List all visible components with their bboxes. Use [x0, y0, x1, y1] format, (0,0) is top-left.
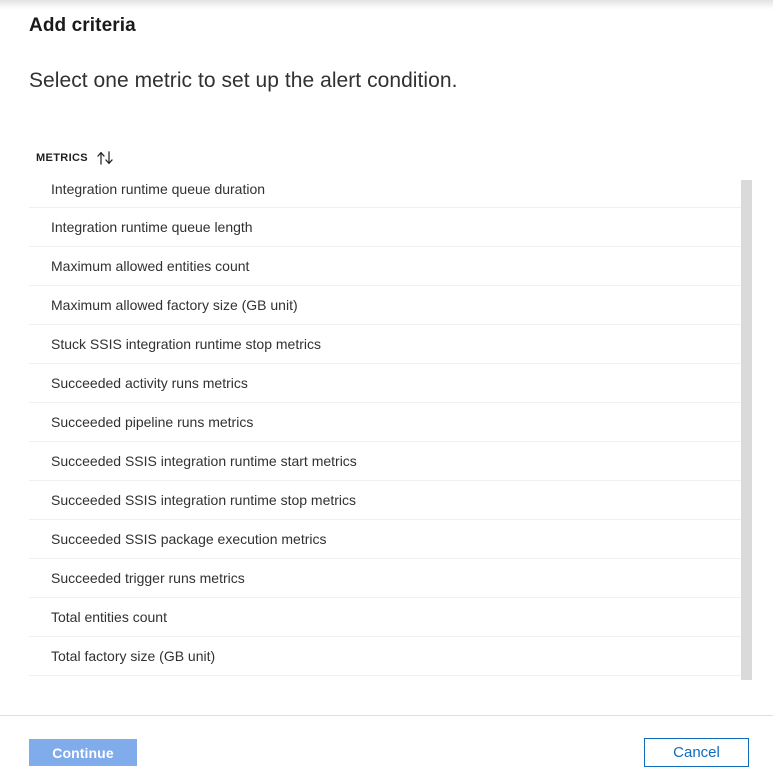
metric-row[interactable]: Succeeded SSIS integration runtime start…: [29, 442, 741, 481]
metric-row-label: Succeeded SSIS integration runtime stop …: [51, 492, 357, 508]
metric-row-label: Total factory size (GB unit): [51, 648, 216, 664]
continue-button[interactable]: Continue: [29, 739, 137, 766]
metric-row[interactable]: Integration runtime queue duration: [29, 176, 741, 208]
metric-row[interactable]: Integration runtime queue length: [29, 208, 741, 247]
metric-row-label: Succeeded trigger runs metrics: [51, 570, 245, 586]
metric-row[interactable]: Succeeded activity runs metrics: [29, 364, 741, 403]
metric-row[interactable]: Maximum allowed entities count: [29, 247, 741, 286]
metric-row-label: Succeeded pipeline runs metrics: [51, 414, 254, 430]
metric-row-label: Integration runtime queue length: [51, 219, 253, 235]
metrics-list: Integration runtime queue duration Integr…: [29, 176, 773, 676]
metric-row[interactable]: Succeeded SSIS integration runtime stop …: [29, 481, 741, 520]
metric-row-label: Succeeded SSIS integration runtime start…: [51, 453, 357, 469]
metric-row-label: Integration runtime queue duration: [51, 180, 266, 197]
footer-divider: [0, 715, 773, 716]
metric-row[interactable]: Stuck SSIS integration runtime stop metr…: [29, 325, 741, 364]
add-criteria-blade: Add criteria Select one metric to set up…: [0, 0, 773, 784]
metric-row-label: Total entities count: [51, 609, 167, 625]
metric-row[interactable]: Succeeded pipeline runs metrics: [29, 403, 741, 442]
metric-row[interactable]: Total factory size (GB unit): [29, 637, 741, 676]
blade-top-gradient: [0, 0, 773, 10]
metrics-column-header[interactable]: METRICS: [36, 148, 114, 168]
metric-row-label: Succeeded SSIS package execution metrics: [51, 531, 327, 547]
metric-row-label: Maximum allowed factory size (GB unit): [51, 297, 298, 313]
metrics-list-scrollbar-thumb[interactable]: [741, 180, 752, 680]
metric-row[interactable]: Succeeded trigger runs metrics: [29, 559, 741, 598]
page-title: Add criteria: [29, 15, 136, 36]
metrics-column-header-label: METRICS: [36, 152, 88, 164]
sort-up-down-icon[interactable]: [97, 151, 114, 165]
metric-row-label: Stuck SSIS integration runtime stop metr…: [51, 336, 321, 352]
metric-row-label: Maximum allowed entities count: [51, 258, 250, 274]
page-subtitle: Select one metric to set up the alert co…: [29, 69, 458, 92]
metrics-list-viewport[interactable]: Integration runtime queue duration Integr…: [29, 176, 773, 682]
metric-row-label: Succeeded activity runs metrics: [51, 375, 248, 391]
metric-row[interactable]: Total entities count: [29, 598, 741, 637]
metric-row[interactable]: Succeeded SSIS package execution metrics: [29, 520, 741, 559]
cancel-button[interactable]: Cancel: [644, 738, 749, 767]
metric-row[interactable]: Maximum allowed factory size (GB unit): [29, 286, 741, 325]
